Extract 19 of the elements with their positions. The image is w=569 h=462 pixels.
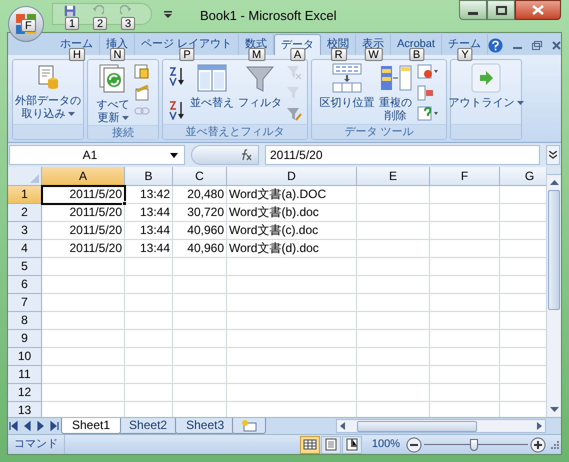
keytip-tooltip: 2 (93, 17, 108, 30)
keytip-tooltip: R (330, 48, 347, 61)
group-label: 並べ替えとフィルタ (163, 124, 307, 139)
keytip-tooltip: B (408, 48, 424, 61)
keytip-tooltip: M (248, 48, 266, 61)
group-label: データ ツール (312, 124, 446, 139)
keytip-tooltip: H (69, 48, 85, 61)
keytip-tooltip: F (21, 19, 36, 32)
window-title: Book1 - Microsoft Excel (200, 7, 337, 25)
keytip-tooltip: A (290, 48, 306, 61)
keytip-tooltip: Y (457, 48, 473, 61)
group-label: 接続 (88, 125, 158, 140)
zoom-percent: 100% (372, 437, 400, 452)
keytip-tooltip: P (179, 48, 195, 61)
keytip-tooltip: N (110, 48, 126, 61)
keytip-tooltip: 1 (65, 17, 80, 30)
status-mode: コマンド (8, 435, 65, 454)
keytip-tooltip: 3 (121, 17, 136, 30)
keytip-tooltip: W (364, 48, 383, 61)
